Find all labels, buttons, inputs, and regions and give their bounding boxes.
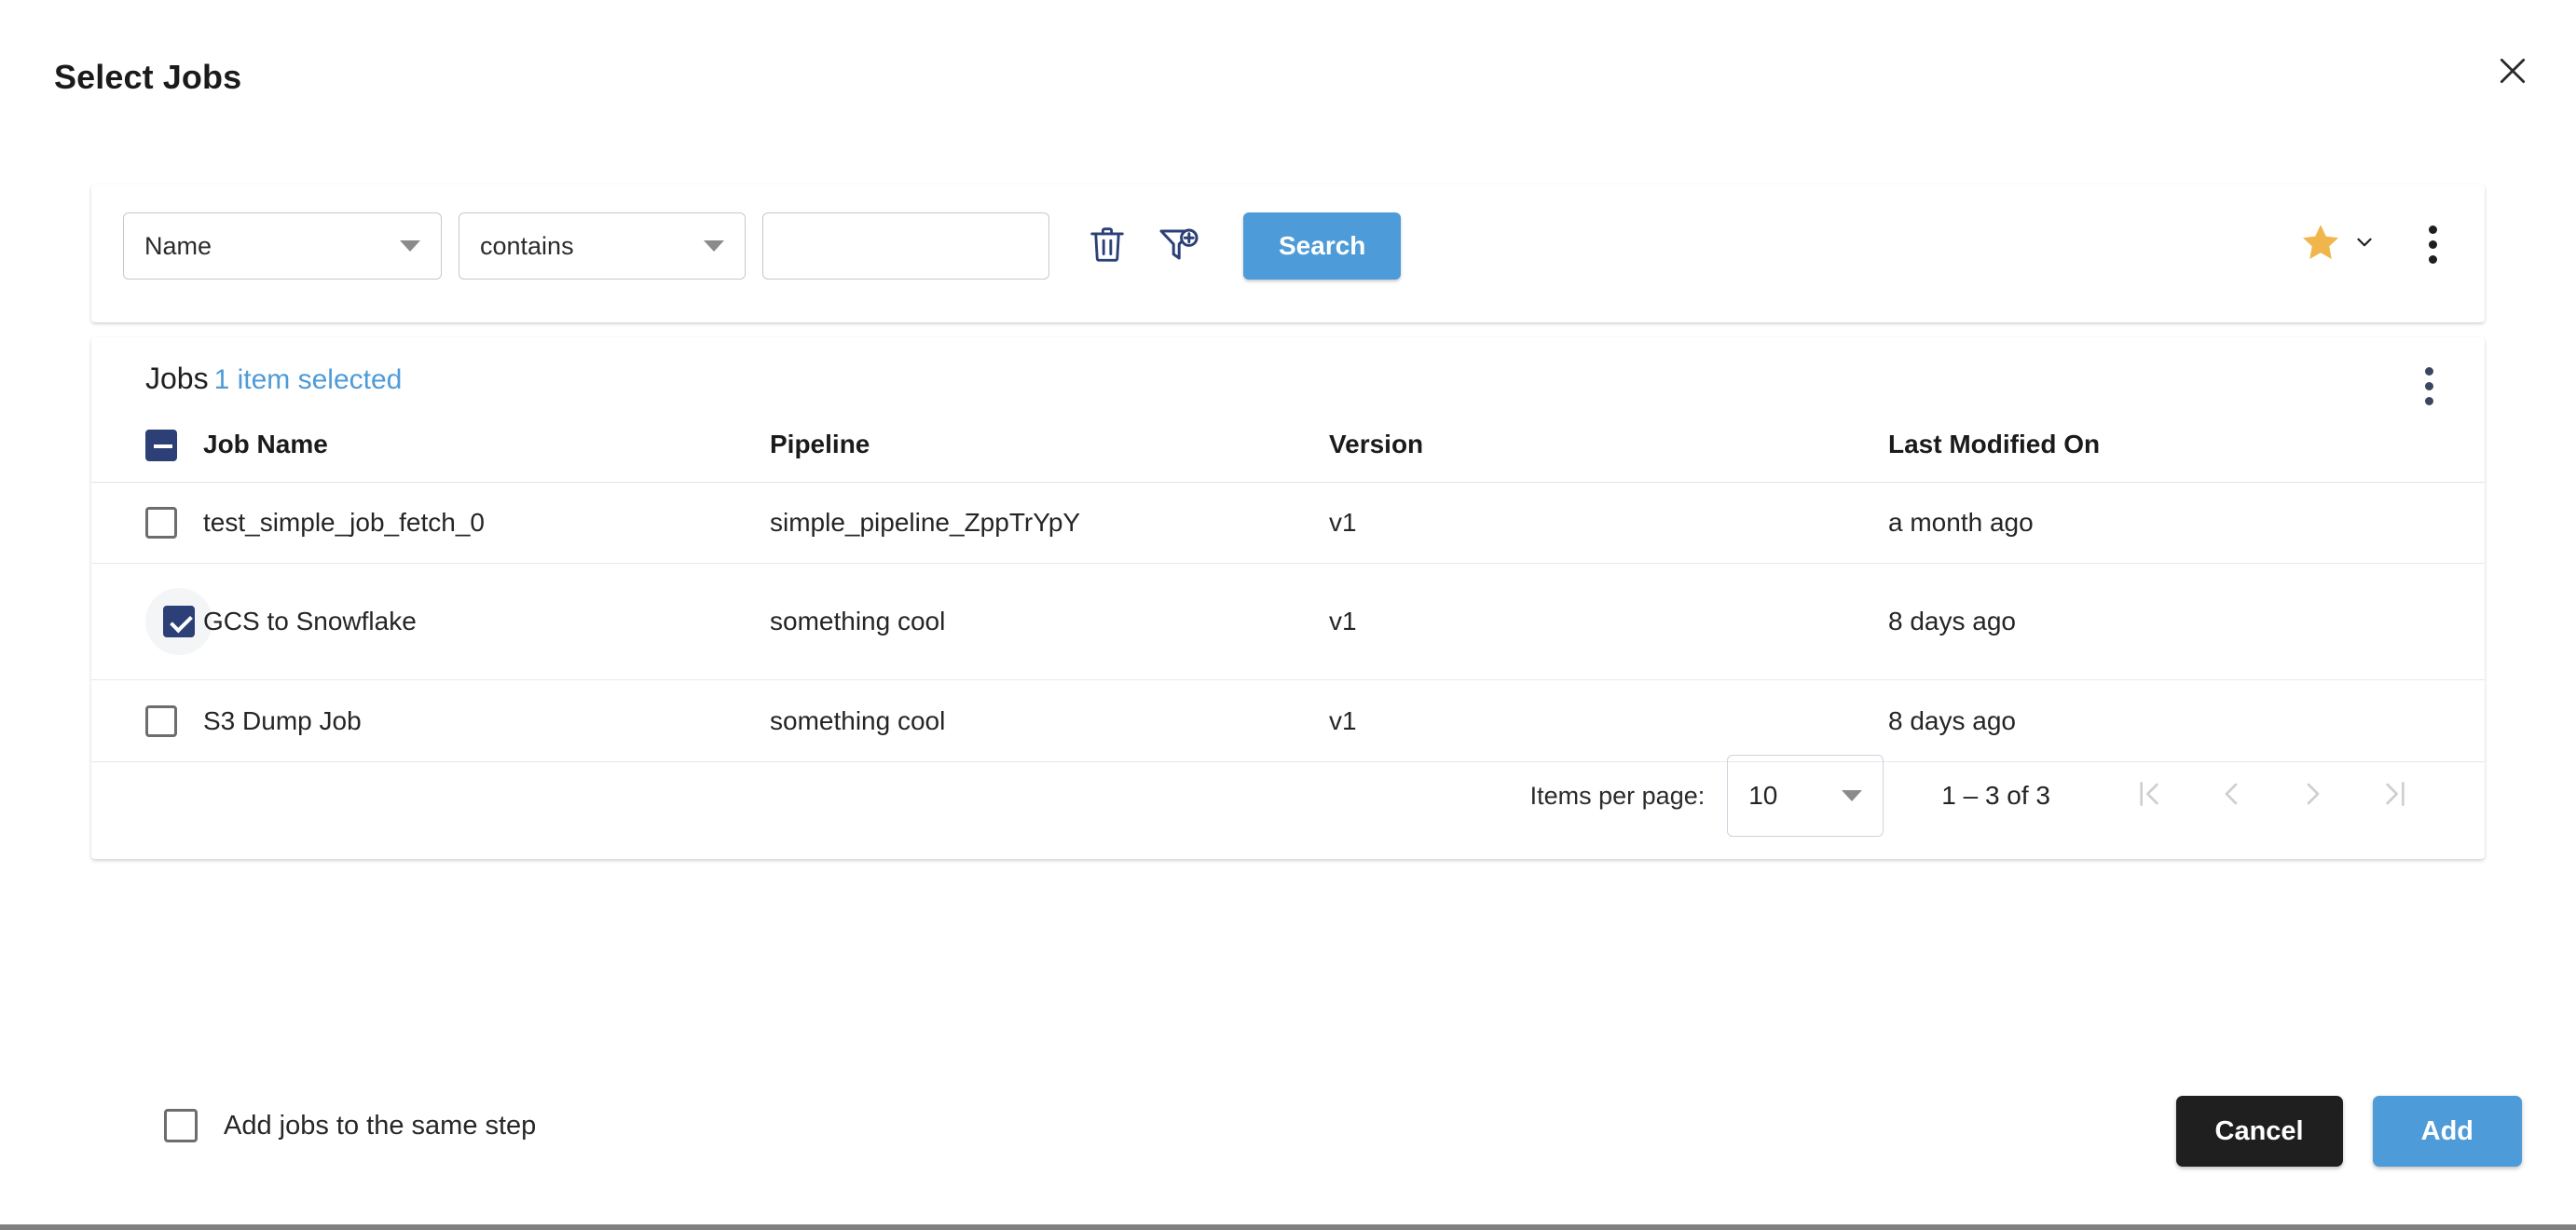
row-checkbox-cell — [91, 679, 203, 762]
add-button[interactable]: Add — [2372, 1096, 2522, 1167]
select-all-checkbox[interactable] — [145, 429, 177, 461]
cell-last-modified: a month ago — [1888, 482, 2485, 565]
cell-last-modified: 8 days ago — [1888, 563, 2485, 681]
first-page-button[interactable] — [2108, 755, 2190, 837]
search-button[interactable]: Search — [1243, 212, 1402, 280]
filter-bar-actions — [2293, 214, 2457, 275]
cell-pipeline: simple_pipeline_ZppTrYpY — [770, 482, 1329, 565]
cell-version: v1 — [1329, 482, 1888, 565]
previous-page-icon — [2213, 775, 2250, 817]
first-page-icon — [2131, 775, 2168, 817]
jobs-more-menu-button[interactable] — [2405, 356, 2453, 416]
last-page-button[interactable] — [2354, 755, 2436, 837]
table-row[interactable]: GCS to Snowflake something cool v1 8 day… — [91, 563, 2485, 681]
add-filter-button[interactable] — [1148, 216, 1208, 276]
previous-page-button[interactable] — [2190, 755, 2272, 837]
dialog-actions: Cancel Add — [2175, 1096, 2522, 1167]
same-step-label: Add jobs to the same step — [224, 1110, 537, 1141]
dialog-header: Select Jobs — [0, 0, 2576, 112]
jobs-label: Jobs — [145, 362, 209, 395]
table-row[interactable]: S3 Dump Job something cool v1 8 days ago — [91, 679, 2485, 762]
chevron-down-icon — [1842, 790, 1863, 801]
close-button[interactable] — [2487, 45, 2539, 97]
kebab-menu-icon — [2428, 226, 2437, 234]
filter-more-menu-button[interactable] — [2408, 215, 2457, 275]
page-title: Select Jobs — [54, 58, 242, 96]
cell-version: v1 — [1329, 563, 1888, 681]
star-icon — [2298, 220, 2343, 269]
filter-add-icon — [1156, 222, 1200, 271]
items-per-page-value: 10 — [1748, 781, 1778, 810]
same-step-checkbox[interactable] — [164, 1109, 198, 1142]
jobs-table: Job Name Pipeline Version Last Modified … — [91, 412, 2485, 762]
kebab-menu-icon — [2424, 366, 2433, 376]
filter-row: Name contains Search — [123, 212, 1402, 280]
cell-job-name: GCS to Snowflake — [203, 563, 770, 681]
chevron-down-icon — [400, 240, 420, 252]
cell-pipeline: something cool — [770, 679, 1329, 762]
cell-version: v1 — [1329, 679, 1888, 762]
cell-last-modified: 8 days ago — [1888, 679, 2485, 762]
kebab-menu-icon — [2428, 255, 2437, 264]
trash-icon — [1086, 223, 1129, 270]
table-row[interactable]: test_simple_job_fetch_0 simple_pipeline_… — [91, 482, 2485, 565]
close-icon — [2494, 52, 2531, 89]
jobs-table-card: Jobs 1 item selected Job Name Pipeline Ve… — [91, 337, 2485, 859]
select-all-header — [91, 412, 203, 483]
column-header-job-name: Job Name — [203, 412, 770, 483]
jobs-heading: Jobs 1 item selected — [145, 362, 402, 396]
page-range-label: 1 – 3 of 3 — [1941, 781, 2050, 810]
filter-operator-select[interactable]: contains — [459, 212, 746, 280]
cancel-button[interactable]: Cancel — [2175, 1096, 2343, 1167]
filter-card: Name contains Search — [91, 184, 2485, 322]
cell-job-name: S3 Dump Job — [203, 679, 770, 762]
column-header-version: Version — [1329, 412, 1888, 483]
row-checkbox[interactable] — [145, 507, 177, 540]
chevron-down-icon — [2352, 230, 2377, 259]
favorites-button[interactable] — [2293, 214, 2382, 275]
filter-operator-value: contains — [480, 231, 574, 260]
paginator: Items per page: 10 1 – 3 of 3 — [1530, 755, 2436, 837]
filter-field-select[interactable]: Name — [123, 212, 442, 280]
items-per-page-label: Items per page: — [1529, 781, 1706, 810]
kebab-menu-icon — [2424, 381, 2433, 390]
jobs-card-header: Jobs 1 item selected — [91, 337, 2485, 412]
column-header-pipeline: Pipeline — [770, 412, 1329, 483]
same-step-checkbox-group[interactable]: Add jobs to the same step — [164, 1109, 536, 1142]
next-page-button[interactable] — [2272, 755, 2354, 837]
row-checkbox[interactable] — [163, 606, 195, 638]
selection-count: 1 item selected — [213, 364, 403, 395]
column-header-last-modified: Last Modified On — [1888, 412, 2485, 483]
kebab-menu-icon — [2424, 396, 2433, 405]
kebab-menu-icon — [2428, 240, 2437, 249]
table-header-row: Job Name Pipeline Version Last Modified … — [91, 412, 2485, 483]
cell-job-name: test_simple_job_fetch_0 — [203, 482, 770, 565]
delete-filter-button[interactable] — [1077, 216, 1137, 276]
filter-field-value: Name — [144, 231, 212, 260]
chevron-down-icon — [704, 240, 724, 252]
filter-value-input[interactable] — [762, 212, 1049, 280]
items-per-page-select[interactable]: 10 — [1727, 755, 1884, 837]
cell-pipeline: something cool — [770, 563, 1329, 681]
row-checkbox-cell — [91, 563, 212, 681]
bottom-edge-bar — [0, 1224, 2576, 1230]
row-checkbox[interactable] — [145, 704, 177, 737]
last-page-icon — [2377, 775, 2414, 817]
row-checkbox-cell — [91, 482, 203, 565]
next-page-icon — [2295, 775, 2332, 817]
select-jobs-dialog: Select Jobs Name contains Search Jobs 1 … — [0, 0, 2576, 1230]
